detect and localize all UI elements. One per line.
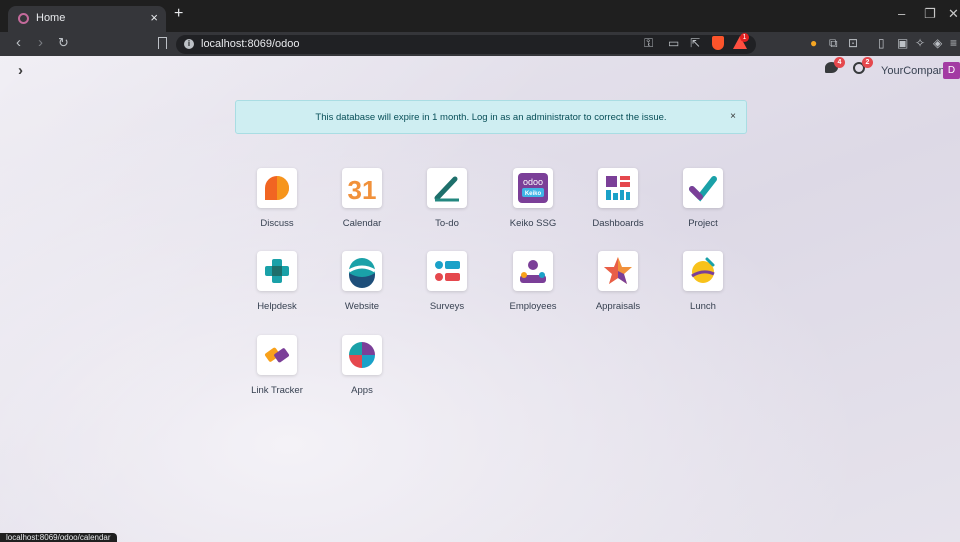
lunch-icon — [683, 251, 723, 291]
password-key-icon[interactable]: ⚿ — [644, 36, 653, 51]
app-label: Project — [688, 218, 718, 229]
app-helpdesk[interactable]: Helpdesk — [237, 251, 317, 321]
vpn-icon[interactable]: ◈ — [933, 36, 942, 50]
app-project[interactable]: Project — [663, 168, 743, 238]
app-label: Surveys — [429, 301, 465, 312]
rewards-badge: 1 — [740, 33, 749, 42]
app-appraisals[interactable]: Appraisals — [578, 251, 658, 321]
keiko-logo-text: odoo — [523, 177, 543, 187]
app-label: Discuss — [260, 218, 294, 229]
url-text: localhost:8069/odoo — [201, 38, 300, 50]
dashboards-icon — [598, 168, 638, 208]
close-window-button[interactable]: ✕ — [948, 6, 959, 22]
leo-ai-icon[interactable]: ✧ — [915, 36, 925, 50]
app-website[interactable]: Website — [322, 251, 402, 321]
new-tab-button[interactable]: + — [174, 5, 183, 23]
app-label: Link Tracker — [251, 385, 303, 396]
app-employees[interactable]: Employees — [493, 251, 573, 321]
app-keiko-ssg[interactable]: odoo Keiko Keiko SSG — [493, 168, 573, 238]
app-calendar[interactable]: 31 Calendar — [322, 168, 402, 238]
keiko-ssg-icon: odoo Keiko — [513, 168, 553, 208]
app-label: Lunch — [690, 301, 716, 312]
app-lunch[interactable]: Lunch — [663, 251, 743, 321]
app-label: Employees — [509, 301, 557, 312]
alert-message: This database will expire in 1 month. Lo… — [315, 112, 667, 123]
browser-tab-bar: Home × + – ❐ ✕ — [0, 0, 960, 32]
expiration-alert: This database will expire in 1 month. Lo… — [235, 100, 747, 134]
cast-icon[interactable]: ▭ — [668, 36, 679, 50]
screenshot-icon[interactable]: ⊡ — [848, 36, 858, 50]
app-label: Appraisals — [595, 301, 641, 312]
odoo-home-page: › 4 2 YourCompany D This database will e… — [0, 56, 960, 542]
extension-icon[interactable]: ● — [810, 36, 817, 50]
user-avatar[interactable]: D — [943, 62, 960, 79]
company-switcher[interactable]: YourCompany — [881, 65, 950, 77]
app-apps[interactable]: Apps — [322, 335, 402, 405]
reload-icon[interactable]: ↻ — [58, 35, 69, 51]
app-link-tracker[interactable]: Link Tracker — [237, 335, 317, 405]
app-label: To-do — [435, 218, 459, 229]
app-todo[interactable]: To-do — [407, 168, 487, 238]
apps-icon — [342, 335, 382, 375]
puzzle-icon[interactable]: ⧉ — [829, 36, 838, 51]
app-label: Keiko SSG — [509, 218, 557, 229]
surveys-icon — [427, 251, 467, 291]
app-dashboards[interactable]: Dashboards — [578, 168, 658, 238]
browser-tab-home[interactable]: Home × — [8, 6, 166, 32]
app-label: Calendar — [342, 218, 382, 229]
calendar-icon: 31 — [342, 168, 382, 208]
employees-icon — [513, 251, 553, 291]
odoo-favicon-icon — [18, 13, 29, 24]
appraisals-icon — [598, 251, 638, 291]
alert-close-icon[interactable]: × — [730, 111, 736, 122]
project-icon — [683, 168, 723, 208]
site-info-icon[interactable]: i — [184, 39, 194, 49]
app-label: Helpdesk — [257, 301, 297, 312]
share-icon[interactable]: ⇱ — [690, 36, 700, 50]
app-discuss[interactable]: Discuss — [237, 168, 317, 238]
website-icon — [342, 251, 382, 291]
app-label: Dashboards — [592, 218, 644, 229]
bookmark-icon[interactable] — [158, 37, 167, 49]
browser-toolbar: ‹ › ↻ i localhost:8069/odoo ⚿ ▭ ⇱ 1 ● ⧉ … — [0, 32, 960, 56]
wallet-icon[interactable]: ▣ — [897, 36, 908, 50]
brave-shield-icon[interactable] — [712, 36, 724, 50]
activities-badge: 2 — [862, 57, 873, 68]
restore-button[interactable]: ❐ — [924, 6, 936, 22]
calendar-number: 31 — [348, 175, 377, 205]
back-icon[interactable]: ‹ — [16, 34, 21, 51]
tab-close-icon[interactable]: × — [150, 10, 158, 25]
tab-title: Home — [36, 12, 66, 24]
browser-menu-icon[interactable]: ≡ — [950, 36, 957, 50]
messages-badge: 4 — [834, 57, 845, 68]
sidebar-icon[interactable]: ▯ — [878, 36, 885, 50]
link-preview-statusbar: localhost:8069/odoo/calendar — [0, 533, 117, 542]
discuss-icon — [257, 168, 297, 208]
app-label: Website — [344, 301, 380, 312]
keiko-logo-subtext: Keiko — [525, 191, 542, 197]
app-label: Apps — [351, 385, 373, 396]
helpdesk-icon — [257, 251, 297, 291]
forward-icon[interactable]: › — [38, 34, 43, 51]
link-tracker-icon — [257, 335, 297, 375]
menu-toggle-icon[interactable]: › — [18, 62, 23, 79]
todo-icon — [427, 168, 467, 208]
app-surveys[interactable]: Surveys — [407, 251, 487, 321]
minimize-button[interactable]: – — [898, 6, 905, 21]
